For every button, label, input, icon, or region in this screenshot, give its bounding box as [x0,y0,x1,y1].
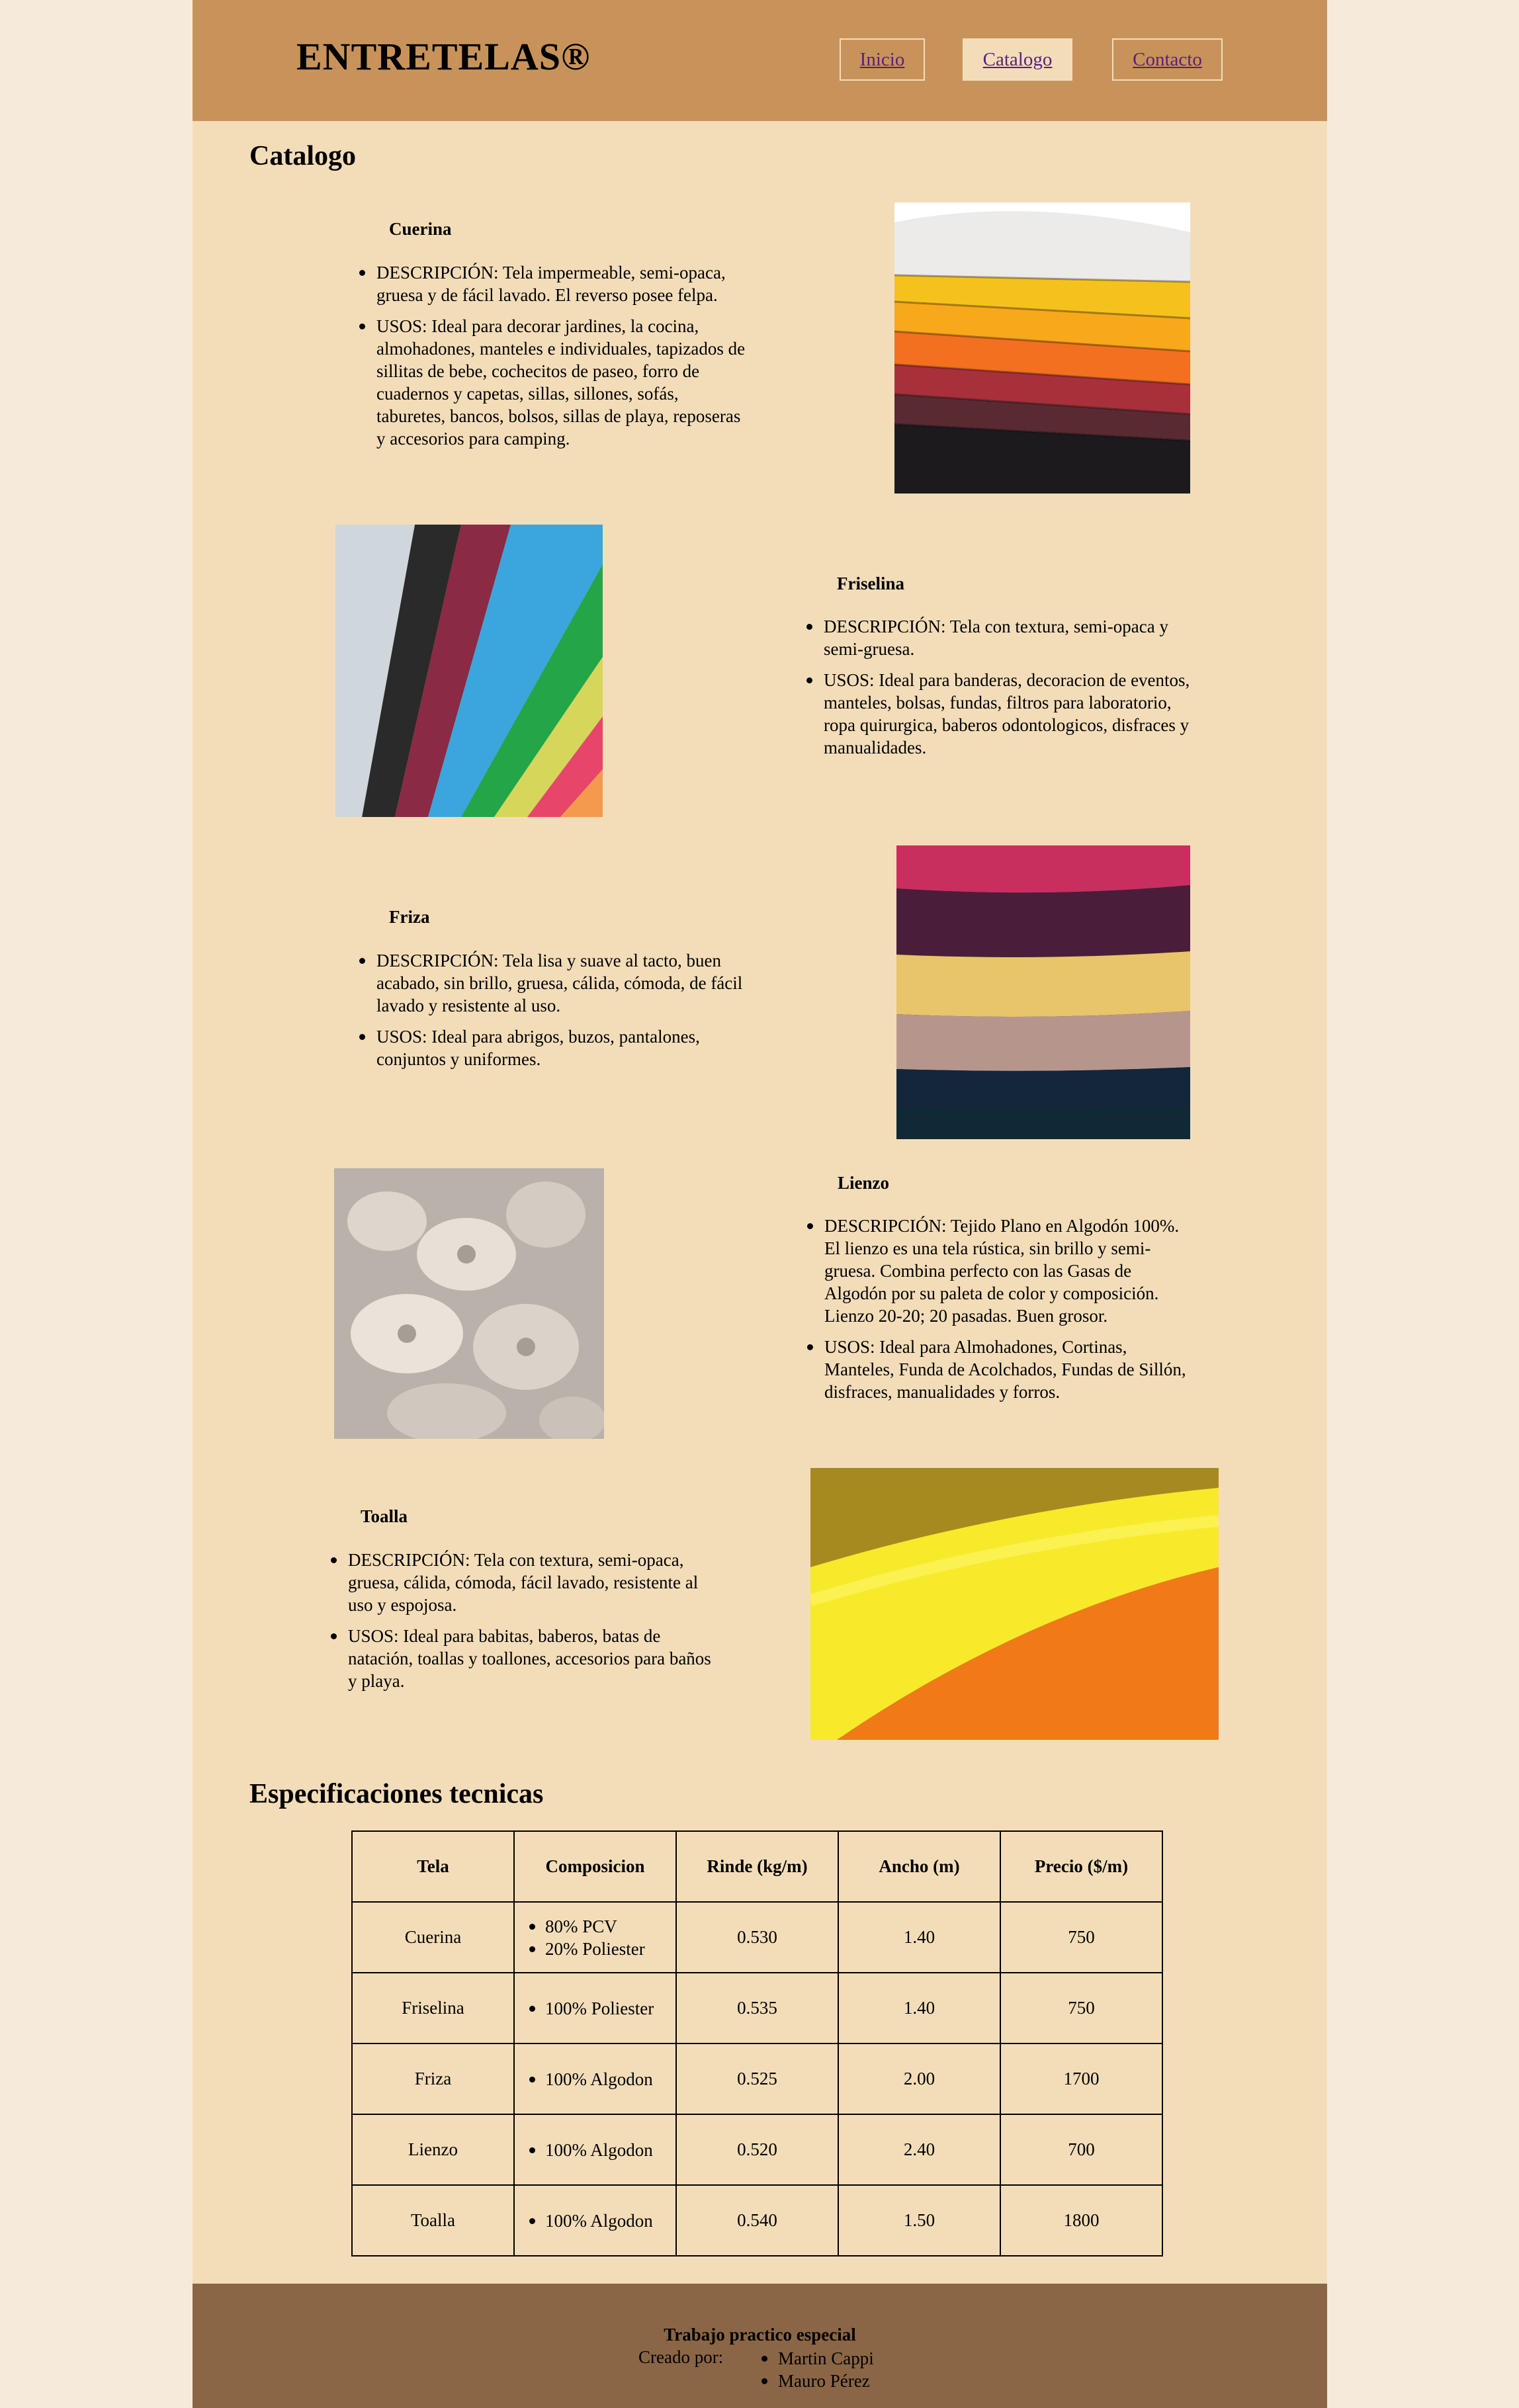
specs-table: Tela Composicion Rinde (kg/m) Ancho (m) … [351,1830,1163,2257]
product-details-toalla: DESCRIPCIÓN: Tela con textura, semi-opac… [331,1549,718,1701]
column-header-composicion: Composicion [513,1830,677,1903]
composition-item: 20% Poliester [529,1938,675,1960]
cell-tela: Lienzo [351,2114,515,2186]
footer-title: Trabajo practico especial [664,2325,856,2344]
nav-link-inicio[interactable]: Inicio [840,38,925,81]
cell-tela: Friza [351,2043,515,2115]
column-header-tela: Tela [351,1830,515,1903]
cell-ancho: 2.00 [838,2043,1001,2115]
cell-ancho: 1.50 [838,2184,1001,2257]
table-row: Cuerina 80% PCV 20% Poliester 0.530 1.40… [351,1901,1163,1973]
column-header-precio: Precio ($/m) [1000,1830,1163,1903]
table-header-row: Tela Composicion Rinde (kg/m) Ancho (m) … [351,1830,1163,1903]
cell-ancho: 1.40 [838,1901,1001,1973]
composition-item: 100% Poliester [529,1997,675,2020]
table-row: Friselina 100% Poliester 0.535 1.40 750 [351,1972,1163,2044]
cell-rinde: 0.525 [675,2043,839,2115]
table-row: Toalla 100% Algodon 0.540 1.50 1800 [351,2184,1163,2257]
product-details-friza: DESCRIPCIÓN: Tela lisa y suave al tacto,… [359,949,747,1079]
brand-title: ENTRETELAS® [296,35,591,78]
nav-link-catalogo[interactable]: Catalogo [963,38,1072,81]
product-uses: USOS: Ideal para babitas, baberos, batas… [331,1625,718,1692]
cell-precio: 1800 [1000,2184,1163,2257]
nav-link-contacto[interactable]: Contacto [1112,38,1223,81]
catalog-heading: Catalogo [249,141,356,171]
site-header: ENTRETELAS® Inicio Catalogo Contacto [193,0,1327,121]
cell-rinde: 0.535 [675,1972,839,2044]
product-description: DESCRIPCIÓN: Tejido Plano en Algodón 100… [807,1215,1195,1327]
product-details-friselina: DESCRIPCIÓN: Tela con textura, semi-opac… [806,615,1194,767]
friza-fabric-image [896,845,1190,1139]
product-uses: USOS: Ideal para Almohadones, Cortinas, … [807,1336,1195,1403]
product-title-friselina: Friselina [837,574,904,593]
cell-tela: Cuerina [351,1901,515,1973]
specs-heading: Especificaciones tecnicas [249,1779,544,1809]
footer-created-by: Creado por: [638,2347,724,2367]
product-uses: USOS: Ideal para decorar jardines, la co… [359,315,747,450]
cell-composicion: 80% PCV 20% Poliester [513,1901,677,1973]
product-title-friza: Friza [389,907,430,927]
cell-precio: 700 [1000,2114,1163,2186]
product-description: DESCRIPCIÓN: Tela lisa y suave al tacto,… [359,949,747,1017]
table-row: Lienzo 100% Algodon 0.520 2.40 700 [351,2114,1163,2186]
cell-tela: Friselina [351,1972,515,2044]
composition-item: 100% Algodon [529,2068,675,2090]
cell-precio: 750 [1000,1901,1163,1973]
friselina-fabric-image [335,525,603,817]
cell-ancho: 2.40 [838,2114,1001,2186]
site-footer: Trabajo practico especial Creado por: Ma… [193,2284,1327,2408]
cell-rinde: 0.540 [675,2184,839,2257]
cell-precio: 750 [1000,1972,1163,2044]
authors-list: Martin Cappi Mauro Pérez [761,2347,874,2392]
product-title-lienzo: Lienzo [838,1173,889,1193]
product-description: DESCRIPCIÓN: Tela impermeable, semi-opac… [359,261,747,306]
cuerina-fabric-image [894,202,1190,494]
cell-tela: Toalla [351,2184,515,2257]
author-item: Martin Cappi [761,2348,874,2368]
product-title-cuerina: Cuerina [389,219,452,239]
table-row: Friza 100% Algodon 0.525 2.00 1700 [351,2043,1163,2115]
author-item: Mauro Pérez [761,2370,874,2392]
cell-ancho: 1.40 [838,1972,1001,2044]
page-container: ENTRETELAS® Inicio Catalogo Contacto Cat… [193,0,1327,2408]
product-uses: USOS: Ideal para banderas, decoracion de… [806,669,1194,759]
column-header-rinde: Rinde (kg/m) [675,1830,839,1903]
lienzo-fabric-image [334,1168,604,1439]
cell-composicion: 100% Algodon [513,2184,677,2257]
product-title-toalla: Toalla [361,1506,408,1526]
toalla-fabric-image [810,1468,1219,1740]
column-header-ancho: Ancho (m) [838,1830,1001,1903]
composition-item: 100% Algodon [529,2210,675,2232]
composition-item: 100% Algodon [529,2139,675,2161]
cell-composicion: 100% Algodon [513,2043,677,2115]
cell-rinde: 0.520 [675,2114,839,2186]
product-uses: USOS: Ideal para abrigos, buzos, pantalo… [359,1025,747,1070]
product-description: DESCRIPCIÓN: Tela con textura, semi-opac… [806,615,1194,660]
composition-item: 80% PCV [529,1915,675,1938]
cell-rinde: 0.530 [675,1901,839,1973]
cell-composicion: 100% Algodon [513,2114,677,2186]
product-details-cuerina: DESCRIPCIÓN: Tela impermeable, semi-opac… [359,261,747,458]
cell-composicion: 100% Poliester [513,1972,677,2044]
cell-precio: 1700 [1000,2043,1163,2115]
product-description: DESCRIPCIÓN: Tela con textura, semi-opac… [331,1549,718,1616]
product-details-lienzo: DESCRIPCIÓN: Tejido Plano en Algodón 100… [807,1215,1195,1412]
